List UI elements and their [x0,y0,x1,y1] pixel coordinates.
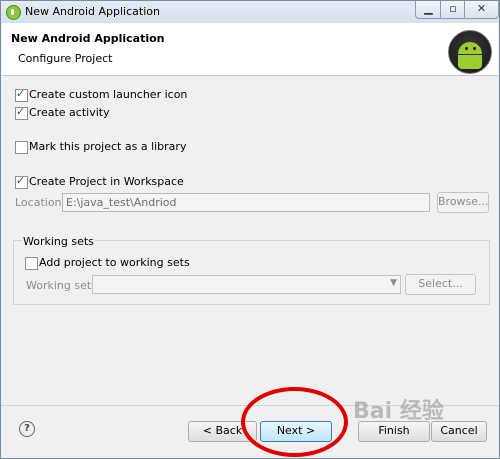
library-checkbox[interactable] [15,141,28,154]
browse-button[interactable]: Browse... [437,192,489,213]
annotation-circle [241,387,348,457]
location-value: E:\java_test\Andriod [66,196,177,209]
close-button[interactable]: ✕ [464,1,499,19]
page-subtitle: Configure Project [18,52,113,65]
maximize-icon: ▫ [449,2,457,15]
window-title: New Android Application [25,5,160,18]
add-working-sets-label: Add project to working sets [39,256,190,269]
eclipse-app-icon [6,5,21,20]
help-icon[interactable]: ? [19,421,35,437]
create-activity-checkbox[interactable] [15,105,28,120]
workspace-label: Create Project in Workspace [29,175,184,188]
dialog-window: New Android Application ▁ ▫ ✕ New Androi… [0,0,500,459]
working-sets-group: Working sets Add project to working sets… [13,235,490,305]
create-activity-label: Create activity [29,106,110,119]
add-working-sets-checkbox[interactable] [25,257,38,270]
launcher-icon-label: Create custom launcher icon [29,88,188,101]
page-title: New Android Application [11,32,165,45]
title-bar: New Android Application ▁ ▫ ✕ [1,1,499,23]
close-icon: ✕ [476,2,487,15]
launcher-icon-checkbox[interactable] [15,87,28,102]
wizard-header: New Android Application Configure Projec… [2,23,498,76]
location-field[interactable]: E:\java_test\Andriod [62,193,430,212]
working-sets-group-label: Working sets [22,235,95,248]
workspace-checkbox[interactable] [15,174,28,189]
working-sets-label: Working sets: [26,279,101,292]
chevron-down-icon: ▼ [390,278,397,288]
minimize-icon: ▁ [424,2,433,15]
location-label: Location: [15,196,66,209]
minimize-button[interactable]: ▁ [415,1,442,19]
select-button[interactable]: Select... [405,274,476,295]
maximize-button[interactable]: ▫ [440,1,466,19]
working-sets-combo[interactable]: ▼ [92,275,401,294]
android-icon [448,30,492,74]
library-label: Mark this project as a library [29,140,187,153]
watermark-text: Bai 经验 [353,399,444,424]
